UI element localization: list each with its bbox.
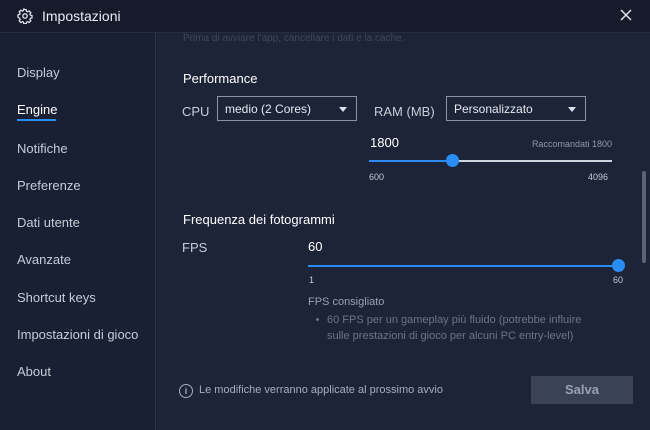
scrollbar-thumb[interactable] bbox=[642, 171, 646, 263]
fps-slider-track[interactable] bbox=[308, 259, 625, 272]
sidebar-item-avanzate[interactable]: Avanzate bbox=[17, 252, 71, 267]
ram-label: RAM (MB) bbox=[374, 104, 435, 119]
performance-title: Performance bbox=[183, 71, 258, 86]
cpu-dropdown-value: medio (2 Cores) bbox=[225, 102, 312, 116]
ram-slider-thumb[interactable] bbox=[446, 154, 459, 167]
fps-hint-detail: 60 FPS per un gameplay più fluido (potre… bbox=[327, 314, 582, 342]
info-icon: i bbox=[179, 384, 193, 398]
sidebar-item-dati-utente[interactable]: Dati utente bbox=[17, 215, 80, 230]
faded-hint-text: Prima di avviare l'app, cancellare i dat… bbox=[183, 33, 405, 44]
ram-slider-fill bbox=[369, 160, 452, 162]
ram-slider-max: 4096 bbox=[588, 172, 609, 182]
fps-label: FPS bbox=[182, 240, 208, 255]
ram-dropdown[interactable]: Personalizzato bbox=[446, 96, 586, 121]
active-tab-indicator bbox=[17, 119, 56, 121]
sidebar-item-display[interactable]: Display bbox=[17, 65, 60, 80]
window-title: Impostazioni bbox=[42, 8, 121, 24]
sidebar: Display Engine Notifiche Preferenze Dati… bbox=[0, 33, 156, 430]
title-bar: Impostazioni bbox=[0, 0, 650, 33]
sidebar-item-notifiche[interactable]: Notifiche bbox=[17, 141, 68, 156]
fps-hint-title: FPS consigliato bbox=[308, 296, 385, 308]
close-button[interactable] bbox=[614, 5, 638, 27]
ram-slider-min: 600 bbox=[369, 172, 385, 182]
fps-slider-thumb[interactable] bbox=[612, 259, 625, 272]
bullet-dot bbox=[316, 318, 319, 321]
ram-slider-track[interactable] bbox=[369, 154, 612, 167]
sidebar-item-preferenze[interactable]: Preferenze bbox=[17, 178, 81, 193]
sidebar-item-impostazioni-di-gioco[interactable]: Impostazioni di gioco bbox=[17, 327, 138, 342]
footer: i Le modifiche verranno applicate al pro… bbox=[157, 368, 650, 430]
sidebar-item-about[interactable]: About bbox=[17, 364, 51, 379]
footer-info-text: Le modifiche verranno applicate al pross… bbox=[199, 384, 443, 396]
chevron-down-icon bbox=[339, 107, 347, 112]
save-button[interactable]: Salva bbox=[531, 376, 633, 404]
ram-slider-value: 1800 bbox=[370, 135, 399, 150]
fps-slider-fill bbox=[308, 265, 618, 267]
sidebar-item-shortcut-keys[interactable]: Shortcut keys bbox=[17, 290, 96, 305]
fps-slider-min: 1 bbox=[309, 275, 315, 285]
settings-content: Prima di avviare l'app, cancellare i dat… bbox=[157, 33, 650, 430]
gear-icon bbox=[17, 8, 33, 25]
fps-slider-max: 60 bbox=[613, 275, 624, 285]
ram-recommended: Raccomandati 1800 bbox=[531, 139, 612, 149]
close-icon bbox=[620, 9, 632, 21]
cpu-dropdown[interactable]: medio (2 Cores) bbox=[217, 96, 357, 121]
sidebar-item-engine[interactable]: Engine bbox=[17, 102, 57, 117]
chevron-down-icon bbox=[568, 107, 576, 112]
ram-dropdown-value: Personalizzato bbox=[454, 102, 533, 116]
fps-slider-value: 60 bbox=[308, 239, 323, 254]
framerate-title: Frequenza dei fotogrammi bbox=[183, 212, 335, 227]
cpu-label: CPU bbox=[182, 104, 210, 119]
